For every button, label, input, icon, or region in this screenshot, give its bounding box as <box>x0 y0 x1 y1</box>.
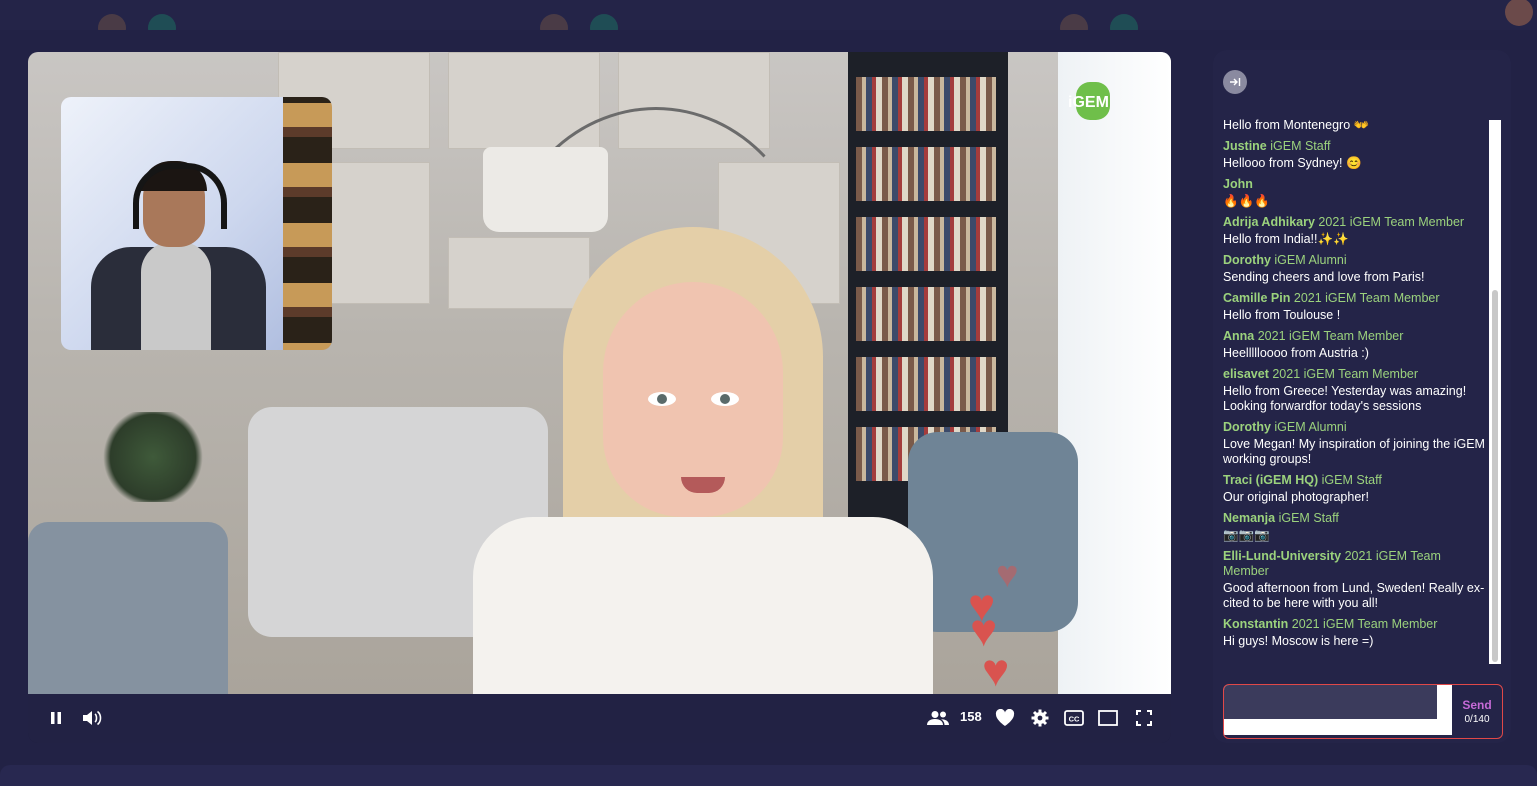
decorative-dot <box>590 14 618 30</box>
user-role: 2021 iGEM Team Member <box>1318 215 1465 229</box>
avatar[interactable] <box>1505 0 1533 26</box>
decorative-dot <box>1060 14 1088 30</box>
decorative-dot <box>148 14 176 30</box>
chat-message: Justine iGEM Staff Hellooo from Sydney! … <box>1223 139 1488 171</box>
chat-composer: Send 0/140 <box>1223 684 1503 739</box>
message-text: 🔥🔥🔥 <box>1223 194 1270 208</box>
chat-message: Anna 2021 iGEM Team Member Heellllloooo … <box>1223 329 1488 361</box>
pause-icon <box>51 712 61 724</box>
pause-button[interactable] <box>46 706 66 730</box>
svg-text:CC: CC <box>1069 715 1080 724</box>
char-counter: 0/140 <box>1464 714 1490 725</box>
fullscreen-button[interactable] <box>1132 706 1156 730</box>
user-role: iGEM Staff <box>1278 511 1339 525</box>
plant <box>98 412 208 502</box>
message-text: Love Megan! My inspiration of joining th… <box>1223 437 1485 466</box>
send-button[interactable]: Send <box>1454 698 1500 712</box>
chat-message: elisavet 2021 iGEM Team Member Hello fro… <box>1223 367 1488 414</box>
volume-button[interactable] <box>80 706 104 730</box>
message-text: 📷📷📷 <box>1223 528 1270 542</box>
captions-icon: CC <box>1064 710 1084 726</box>
decorative-dot <box>540 14 568 30</box>
message-text: Hello from Toulouse ! <box>1223 308 1341 322</box>
chat-message: Camille Pin 2021 iGEM Team Member Hello … <box>1223 291 1488 323</box>
username[interactable]: Dorothy <box>1223 253 1271 267</box>
chat-message: Dorothy iGEM Alumni Love Megan! My inspi… <box>1223 420 1488 467</box>
user-role: iGEM Alumni <box>1274 253 1347 267</box>
message-text: Hello from Montenegro 👐 <box>1223 118 1370 132</box>
theater-mode-icon <box>1098 710 1118 726</box>
speaker <box>453 227 933 694</box>
viewers-icon <box>927 711 949 725</box>
username[interactable]: Konstantin <box>1223 617 1288 631</box>
decorative-dot <box>98 14 126 30</box>
message-text: Hello from India!!✨✨ <box>1223 232 1349 246</box>
player-controls: 158 CC <box>28 694 1171 743</box>
heart-icon <box>995 709 1015 726</box>
fullscreen-icon <box>1136 710 1152 726</box>
message-text: Heellllloooo from Austria :) <box>1223 346 1369 360</box>
video-stream[interactable]: iGEM ♥ ♥ ♥ ♥ <box>28 52 1171 694</box>
user-role: iGEM Alumni <box>1274 420 1347 434</box>
username[interactable]: Adrija Adhikary <box>1223 215 1315 229</box>
top-bar <box>0 0 1537 30</box>
chat-panel: Hello from Montenegro 👐 Justine iGEM Sta… <box>1213 50 1511 743</box>
user-role: iGEM Staff <box>1270 139 1331 153</box>
viewers-button[interactable] <box>924 706 952 730</box>
message-text: Hello from Greece! Yesterday was amazing… <box>1223 384 1467 413</box>
chat-messages: Hello from Montenegro 👐 Justine iGEM Sta… <box>1223 116 1488 666</box>
heart-icon: ♥ <box>996 554 1019 596</box>
user-role: iGEM Staff <box>1321 473 1382 487</box>
username[interactable]: John <box>1223 177 1253 191</box>
chat-message: Traci (iGEM HQ) iGEM Staff Our original … <box>1223 473 1488 505</box>
bottom-panel <box>0 765 1537 786</box>
chat-input-overlay <box>1224 685 1437 719</box>
viewer-count: 158 <box>960 709 982 724</box>
igem-logo: iGEM <box>1068 82 1114 120</box>
username[interactable]: Dorothy <box>1223 420 1271 434</box>
chat-message: Nemanja iGEM Staff 📷📷📷 <box>1223 511 1488 543</box>
chat-message: Dorothy iGEM Alumni Sending cheers and l… <box>1223 253 1488 285</box>
user-role: 2021 iGEM Team Member <box>1257 329 1404 343</box>
message-text: Our original photographer! <box>1223 490 1369 504</box>
message-text: Sending cheers and love from Paris! <box>1223 270 1425 284</box>
user-role: 2021 iGEM Team Member <box>1272 367 1419 381</box>
scrollbar-thumb[interactable] <box>1492 290 1498 662</box>
username[interactable]: Camille Pin <box>1223 291 1290 305</box>
username[interactable]: Anna <box>1223 329 1254 343</box>
collapse-chat-button[interactable] <box>1223 70 1247 94</box>
captions-button[interactable]: CC <box>1062 706 1086 730</box>
chat-message: John 🔥🔥🔥 <box>1223 177 1488 209</box>
settings-button[interactable] <box>1028 706 1052 730</box>
video-player[interactable]: iGEM ♥ ♥ ♥ ♥ 158 CC <box>28 52 1171 743</box>
username[interactable]: Traci (iGEM HQ) <box>1223 473 1318 487</box>
chat-scrollbar[interactable] <box>1489 120 1501 664</box>
collapse-arrow-icon <box>1230 78 1241 86</box>
armchair <box>28 522 228 694</box>
picture-in-picture-video[interactable] <box>61 97 332 350</box>
chat-message: Konstantin 2021 iGEM Team Member Hi guys… <box>1223 617 1488 649</box>
volume-icon <box>83 710 102 726</box>
chat-message: Hello from Montenegro 👐 <box>1223 118 1488 133</box>
message-text: Good afternoon from Lund, Sweden! Really… <box>1223 581 1485 610</box>
message-text: Hi guys! Moscow is here =) <box>1223 634 1374 648</box>
decorative-dot <box>1110 14 1138 30</box>
like-button[interactable] <box>992 706 1018 730</box>
floating-hearts: ♥ ♥ ♥ ♥ <box>968 552 1048 694</box>
username[interactable]: Justine <box>1223 139 1267 153</box>
username[interactable]: Elli-Lund-University <box>1223 549 1341 563</box>
gear-icon <box>1031 709 1049 727</box>
theater-mode-button[interactable] <box>1096 706 1120 730</box>
username[interactable]: Nemanja <box>1223 511 1275 525</box>
chat-message: Elli-Lund-University 2021 iGEM Team Memb… <box>1223 549 1488 611</box>
user-role: 2021 iGEM Team Member <box>1291 617 1438 631</box>
message-text: Hellooo from Sydney! 😊 <box>1223 156 1362 170</box>
lamp-shade <box>483 147 608 232</box>
chat-message: Adrija Adhikary 2021 iGEM Team Member He… <box>1223 215 1488 247</box>
user-role: 2021 iGEM Team Member <box>1293 291 1440 305</box>
heart-icon: ♥ <box>982 644 1010 694</box>
username[interactable]: elisavet <box>1223 367 1269 381</box>
